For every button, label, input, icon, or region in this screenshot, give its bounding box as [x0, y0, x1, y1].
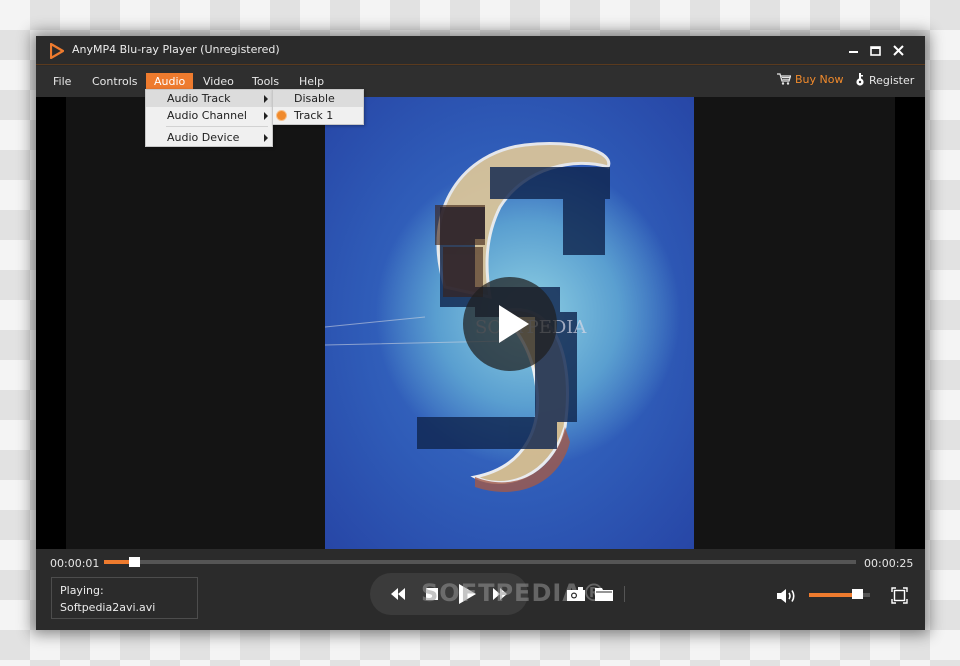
menu-controls[interactable]: Controls — [84, 73, 146, 90]
submenu-arrow-icon — [264, 95, 268, 103]
track-disable-label: Disable — [294, 92, 335, 105]
total-time: 00:00:25 — [864, 557, 914, 570]
menu-separator — [166, 126, 268, 127]
track-disable-option[interactable]: Disable — [273, 90, 363, 107]
playing-file-name: Softpedia2avi.avi — [60, 601, 156, 614]
minimize-button[interactable] — [844, 41, 864, 61]
minimize-icon — [849, 51, 858, 53]
submenu-arrow-icon — [264, 134, 268, 142]
cart-icon — [777, 73, 792, 85]
volume-slider[interactable] — [809, 589, 870, 599]
seek-bar[interactable] — [104, 557, 856, 567]
play-icon — [499, 305, 529, 343]
speaker-icon — [777, 589, 795, 603]
menu-file[interactable]: File — [45, 73, 79, 90]
radio-selected-icon — [277, 111, 286, 120]
video-letterbox: SOFTPEDIA — [66, 97, 895, 549]
track-1-label: Track 1 — [294, 109, 334, 122]
play-icon — [459, 584, 476, 604]
close-button[interactable] — [889, 41, 909, 61]
track-1-option[interactable]: Track 1 — [273, 107, 363, 124]
menu-video[interactable]: Video — [195, 73, 242, 90]
audio-channel-label: Audio Channel — [167, 109, 247, 122]
video-area[interactable]: SOFTPEDIA — [36, 97, 925, 549]
audio-device-menu-item[interactable]: Audio Device — [146, 129, 272, 146]
audio-track-menu-item[interactable]: Audio Track — [146, 90, 272, 107]
app-logo-icon — [50, 43, 64, 59]
snapshot-button[interactable] — [567, 587, 585, 604]
stop-button[interactable] — [426, 588, 438, 603]
window-title: AnyMP4 Blu-ray Player (Unregistered) — [72, 43, 280, 56]
folder-icon — [595, 588, 613, 601]
play-button[interactable] — [458, 584, 476, 607]
open-folder-button[interactable] — [595, 587, 613, 604]
close-icon — [893, 45, 904, 56]
seek-bar-thumb[interactable] — [129, 557, 141, 567]
audio-menu: Audio Track Audio Channel Audio Device — [145, 89, 273, 147]
fullscreen-button[interactable] — [891, 587, 908, 607]
play-overlay-button[interactable] — [463, 277, 557, 371]
audio-device-label: Audio Device — [167, 131, 240, 144]
maximize-button[interactable] — [866, 41, 886, 61]
audio-track-label: Audio Track — [167, 92, 231, 105]
fullscreen-icon — [891, 587, 908, 604]
volume-slider-thumb[interactable] — [851, 589, 863, 599]
register-label: Register — [869, 74, 915, 87]
audio-channel-menu-item[interactable]: Audio Channel — [146, 107, 272, 124]
control-panel: 00:00:01 00:00:25 Playing: Softpedia2avi… — [36, 549, 925, 630]
menu-help[interactable]: Help — [291, 73, 332, 90]
now-playing-box: Playing: Softpedia2avi.avi — [51, 577, 198, 619]
fast-forward-button[interactable] — [493, 588, 507, 603]
title-bar: AnyMP4 Blu-ray Player (Unregistered) — [36, 36, 925, 65]
key-icon — [856, 73, 864, 86]
fast-forward-icon — [493, 588, 507, 600]
current-time: 00:00:01 — [50, 557, 100, 570]
audio-track-submenu: Disable Track 1 — [272, 89, 364, 125]
camera-icon — [567, 587, 585, 601]
register-button[interactable]: Register — [855, 73, 914, 87]
playing-label: Playing: — [60, 584, 104, 597]
buy-now-label: Buy Now — [795, 73, 844, 86]
controls-divider — [624, 586, 625, 602]
video-frame[interactable]: SOFTPEDIA — [325, 97, 694, 549]
volume-slider-fill — [809, 593, 858, 597]
submenu-arrow-icon — [264, 112, 268, 120]
volume-button[interactable] — [777, 588, 797, 607]
buy-now-button[interactable]: Buy Now — [777, 73, 843, 86]
player-window: AnyMP4 Blu-ray Player (Unregistered) Fil… — [36, 36, 925, 630]
menu-tools[interactable]: Tools — [244, 73, 287, 90]
menu-audio[interactable]: Audio — [146, 73, 194, 90]
maximize-icon — [870, 46, 881, 56]
stop-icon — [426, 588, 438, 600]
rewind-button[interactable] — [391, 588, 405, 603]
rewind-icon — [391, 588, 405, 600]
